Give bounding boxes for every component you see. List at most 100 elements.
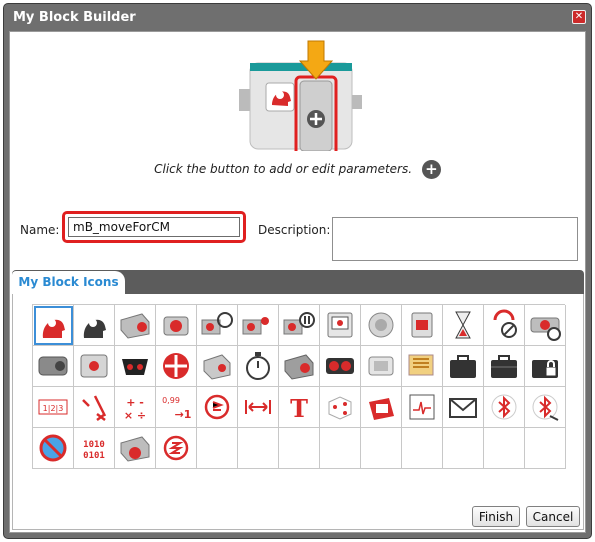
tab-my-block-icons[interactable]: My Block Icons: [12, 271, 125, 294]
large-motor-icon[interactable]: [115, 305, 156, 346]
name-input[interactable]: [68, 217, 240, 237]
timer-icon: [246, 352, 270, 380]
svg-text:0101: 0101: [83, 451, 105, 461]
timer-icon[interactable]: [238, 346, 279, 387]
motor-raw-icon: [120, 436, 150, 462]
rotation-sensor-icon[interactable]: [197, 346, 238, 387]
cancel-button[interactable]: Cancel: [526, 506, 580, 527]
unregulated-icon[interactable]: [156, 428, 197, 469]
unregulated-icon: [163, 435, 189, 461]
svg-text:+ -: + -: [126, 396, 144, 409]
motor-stop-icon: [530, 317, 561, 341]
gyro-sensor-icon: [80, 354, 108, 378]
math-icon[interactable]: + - × ÷: [115, 387, 156, 428]
ir-remote-icon: [163, 353, 189, 379]
variable-icon: [369, 398, 394, 420]
plus-circle-icon[interactable]: +: [421, 160, 441, 179]
messaging-icon: [449, 398, 477, 418]
energy-meter-icon: [408, 354, 434, 376]
color-sensor-icon: [38, 356, 68, 376]
no-bluetooth-icon[interactable]: [33, 428, 74, 469]
brick-button-icon[interactable]: [361, 346, 402, 387]
ir-remote-icon[interactable]: [156, 346, 197, 387]
text-icon: T: [290, 394, 308, 423]
empty-icon-slot: [525, 428, 566, 469]
range-icon: [245, 400, 271, 414]
empty-icon-slot: [197, 428, 238, 469]
brick-icon[interactable]: [484, 346, 525, 387]
close-icon[interactable]: ✕: [572, 10, 586, 24]
svg-text:T: T: [290, 394, 308, 423]
sound-icon[interactable]: [361, 305, 402, 346]
color-sensor-icon[interactable]: [33, 346, 74, 387]
tab-strip: My Block Icons: [12, 270, 584, 294]
brick-icon: [491, 355, 517, 378]
ir-sensor-icon: [122, 359, 148, 375]
finish-button[interactable]: Finish: [472, 506, 520, 527]
empty-icon-slot: [402, 428, 443, 469]
loop-interrupt-icon: [493, 309, 517, 338]
gyro-sensor-icon[interactable]: [74, 346, 115, 387]
compare-icon[interactable]: [197, 387, 238, 428]
move-steering-icon[interactable]: [197, 305, 238, 346]
svg-text:1|2|3: 1|2|3: [43, 404, 64, 413]
svg-text:× ÷: × ÷: [124, 409, 146, 422]
loop-interrupt-icon[interactable]: [484, 305, 525, 346]
empty-icon-slot: [361, 428, 402, 469]
file-access-icon[interactable]: [443, 346, 484, 387]
empty-icon-slot: [320, 428, 361, 469]
hint-text: Click the button to add or edit paramete…: [154, 162, 413, 176]
range-icon[interactable]: [238, 387, 279, 428]
file-access-icon: [450, 355, 476, 378]
empty-icon-slot: [238, 428, 279, 469]
text-icon[interactable]: T: [279, 387, 320, 428]
ir-sensor-icon[interactable]: [115, 346, 156, 387]
move-steering-icon: [201, 312, 233, 335]
display-icon: [327, 312, 353, 338]
head-gears-icon[interactable]: [33, 305, 74, 346]
array-icon[interactable]: 1|2|3: [33, 387, 74, 428]
bluetooth-wake-icon[interactable]: [525, 387, 566, 428]
sound-icon: [368, 312, 394, 338]
variable-icon[interactable]: [361, 387, 402, 428]
bluetooth-icon: [491, 394, 517, 420]
medium-motor-icon[interactable]: [156, 305, 197, 346]
description-input[interactable]: [332, 217, 578, 261]
brick-lock-icon[interactable]: [525, 346, 566, 387]
math-icon: + -× ÷: [124, 396, 146, 422]
brick-light-icon: [411, 312, 433, 338]
logic-icon[interactable]: [74, 387, 115, 428]
description-label: Description:: [258, 223, 331, 237]
brick-light-icon[interactable]: [402, 305, 443, 346]
motor-rotation-icon[interactable]: [279, 346, 320, 387]
motor-stop-icon[interactable]: [525, 305, 566, 346]
rotation-sensor-icon: [203, 354, 231, 380]
bluetooth-icon[interactable]: [484, 387, 525, 428]
display-icon[interactable]: [320, 305, 361, 346]
head-gears-icon-gray[interactable]: [74, 305, 115, 346]
random-icon[interactable]: [320, 387, 361, 428]
energy-meter-icon[interactable]: [402, 346, 443, 387]
icon-grid: 1|2|3 + - × ÷ 0,99 →1 T 1010 0101: [32, 304, 566, 469]
motor-raw-icon[interactable]: [115, 428, 156, 469]
datalog-icon[interactable]: [402, 387, 443, 428]
motor-sliders-icon: [283, 312, 315, 335]
array-icon: 1|2|3: [38, 399, 68, 415]
brick-button-icon: [368, 356, 394, 376]
round-icon[interactable]: 0,99 →1: [156, 387, 197, 428]
no-bluetooth-icon: [39, 434, 67, 462]
hourglass-icon[interactable]: [443, 305, 484, 346]
motor-rotation-icon: [284, 354, 314, 380]
name-label: Name:: [20, 223, 60, 237]
hint-line: Click the button to add or edit paramete…: [10, 160, 585, 179]
add-parameter-button[interactable]: [307, 110, 325, 128]
datalog-icon: [409, 394, 435, 420]
head-gears-icon-gray: [83, 319, 106, 338]
motor-sliders-icon[interactable]: [279, 305, 320, 346]
binary-icon[interactable]: 1010 0101: [74, 428, 115, 469]
messaging-icon[interactable]: [443, 387, 484, 428]
ultrasonic-sensor-icon[interactable]: [320, 346, 361, 387]
empty-icon-slot: [279, 428, 320, 469]
move-tank-icon[interactable]: [238, 305, 279, 346]
dialog-window: My Block Builder ✕ Click the button to a…: [3, 3, 592, 539]
